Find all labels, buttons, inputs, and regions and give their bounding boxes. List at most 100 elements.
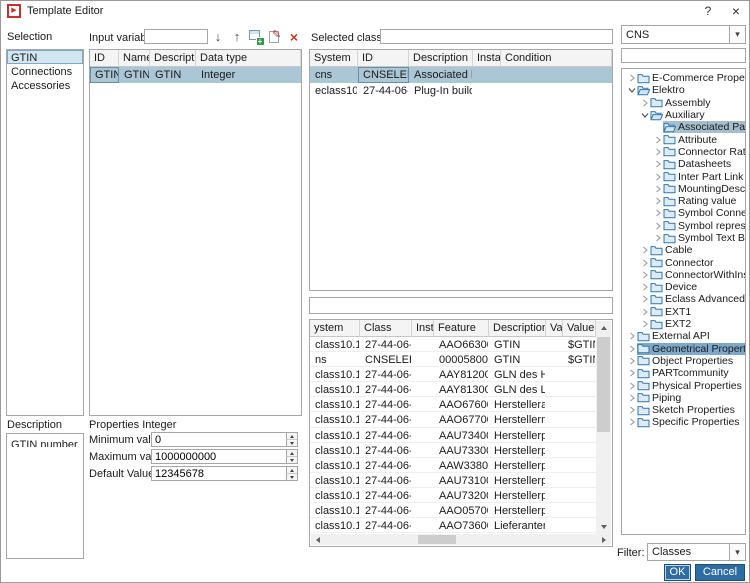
- tree-item[interactable]: Connector: [622, 256, 745, 268]
- tree-item[interactable]: Attribute: [622, 133, 745, 145]
- delete-button[interactable]: ×: [287, 29, 301, 44]
- tree-item[interactable]: Sketch Properties: [622, 404, 745, 416]
- tree-item[interactable]: Device: [622, 281, 745, 293]
- chevron-right-icon[interactable]: [639, 283, 650, 291]
- tree-item[interactable]: Auxiliary: [622, 109, 745, 121]
- scroll-left-button[interactable]: [311, 534, 325, 545]
- selected-classes-input[interactable]: [380, 29, 613, 44]
- classes-table[interactable]: SystemIDDescriptionInstanceConditioncnsC…: [309, 49, 613, 291]
- scrollbar-thumb[interactable]: [597, 337, 610, 432]
- tree-item[interactable]: Assembly: [622, 97, 745, 109]
- column-header[interactable]: Condition: [501, 50, 612, 67]
- horizontal-scrollbar[interactable]: [311, 534, 611, 545]
- table-row[interactable]: class10.127-44-06-92AAO057002Herstellerp…: [310, 503, 598, 518]
- tree-item[interactable]: Symbol Text Bloc: [622, 232, 745, 244]
- chevron-down-icon[interactable]: [626, 86, 637, 94]
- class-system-dropdown[interactable]: CNS ▾: [621, 25, 746, 44]
- tree-item[interactable]: EXT1: [622, 306, 745, 318]
- table-row[interactable]: class10.127-44-06-92AAY812001GLN des Her…: [310, 367, 598, 382]
- tree-item[interactable]: Connector Rating: [622, 146, 745, 158]
- column-header[interactable]: Feature: [434, 320, 489, 337]
- tree-item[interactable]: Piping: [622, 392, 745, 404]
- chevron-right-icon[interactable]: [626, 74, 637, 82]
- cancel-button[interactable]: Cancel: [695, 564, 745, 581]
- default-value-input[interactable]: [151, 466, 298, 481]
- column-header[interactable]: Varia: [546, 320, 563, 337]
- table-row[interactable]: class10.127-44-06-92AAY813001GLN des Lie…: [310, 382, 598, 397]
- column-header[interactable]: ID: [358, 50, 409, 67]
- edit-button[interactable]: ✎: [268, 29, 284, 44]
- scroll-down-button[interactable]: [596, 520, 611, 534]
- selection-listbox[interactable]: GTINConnectionsAccessories: [6, 49, 84, 416]
- class-edit-input[interactable]: [309, 297, 613, 314]
- features-table[interactable]: ystemClassInstanFeatureDescriptionVariaV…: [309, 319, 613, 547]
- tree-item[interactable]: EXT2: [622, 318, 745, 330]
- move-down-button[interactable]: ↓: [211, 29, 225, 44]
- vertical-scrollbar[interactable]: [596, 321, 611, 534]
- tree-item[interactable]: Physical Properties: [622, 379, 745, 391]
- list-item[interactable]: Connections: [7, 64, 83, 78]
- tree-item[interactable]: PARTcommunity: [622, 367, 745, 379]
- chevron-right-icon[interactable]: [626, 418, 637, 426]
- column-header[interactable]: Description: [489, 320, 546, 337]
- chevron-right-icon[interactable]: [626, 382, 637, 390]
- chevron-right-icon[interactable]: [652, 222, 663, 230]
- tree-item[interactable]: ConnectorWithInsert: [622, 269, 745, 281]
- tree-item[interactable]: MountingDescrip: [622, 183, 745, 195]
- scroll-right-button[interactable]: [597, 534, 611, 545]
- table-row[interactable]: class10.127-44-06-92AAU732001Herstellerp…: [310, 488, 598, 503]
- chevron-right-icon[interactable]: [626, 357, 637, 365]
- chevron-right-icon[interactable]: [639, 246, 650, 254]
- chevron-right-icon[interactable]: [652, 160, 663, 168]
- table-row[interactable]: class10.127-44-06-92AAW338001Herstellerp…: [310, 458, 598, 473]
- chevron-right-icon[interactable]: [652, 173, 663, 181]
- column-header[interactable]: Description: [409, 50, 473, 67]
- maximum-value-spinner[interactable]: [151, 449, 298, 464]
- add-button[interactable]: +: [248, 29, 264, 44]
- table-row[interactable]: cnsCNSELEK|5|4Associated Part: [310, 67, 612, 83]
- column-header[interactable]: Description: [150, 50, 196, 67]
- minimum-value-spinner[interactable]: [151, 432, 298, 447]
- column-header[interactable]: Name: [119, 50, 150, 67]
- table-row[interactable]: class10.127-44-06-92AAO677002Herstellern…: [310, 412, 598, 427]
- chevron-right-icon[interactable]: [652, 234, 663, 242]
- column-header[interactable]: ID: [90, 50, 119, 67]
- scroll-up-button[interactable]: [596, 321, 611, 335]
- spin-down-button[interactable]: [286, 439, 297, 446]
- column-header[interactable]: Instan: [412, 320, 434, 337]
- table-row[interactable]: nsCNSELEK|5|4000058001GTIN$GTIN.: [310, 352, 598, 367]
- table-row[interactable]: eclass10.127-44-06-92Plug-In buildi...: [310, 83, 612, 99]
- tree-item[interactable]: Geometrical Properties: [622, 343, 745, 355]
- variables-table[interactable]: IDNameDescriptionData typeGTINGTINGTINIn…: [89, 49, 302, 416]
- chevron-right-icon[interactable]: [626, 406, 637, 414]
- tree-item[interactable]: External API: [622, 330, 745, 342]
- table-row[interactable]: GTINGTINGTINInteger: [90, 67, 301, 83]
- minimum-value-input[interactable]: [151, 432, 298, 447]
- tree-item[interactable]: E-Commerce Properties: [622, 72, 745, 84]
- chevron-right-icon[interactable]: [652, 185, 663, 193]
- chevron-right-icon[interactable]: [652, 197, 663, 205]
- table-row[interactable]: class10.127-44-06-92AAU731001Herstellerp…: [310, 473, 598, 488]
- spin-down-button[interactable]: [286, 473, 297, 480]
- close-button[interactable]: ×: [727, 3, 745, 19]
- table-row[interactable]: class10.127-44-06-92AAU733001Herstellerp…: [310, 443, 598, 458]
- column-header[interactable]: Data type: [196, 50, 301, 67]
- tree-item[interactable]: Datasheets: [622, 158, 745, 170]
- chevron-right-icon[interactable]: [626, 345, 637, 353]
- tree-search-input[interactable]: [621, 48, 746, 63]
- column-header[interactable]: Instance: [473, 50, 501, 67]
- chevron-down-icon[interactable]: [639, 111, 650, 119]
- tree-item[interactable]: Cable: [622, 244, 745, 256]
- filter-dropdown[interactable]: Classes ▾: [647, 543, 746, 561]
- ok-button[interactable]: OK: [664, 564, 691, 581]
- column-header[interactable]: System: [310, 50, 358, 67]
- chevron-right-icon[interactable]: [639, 320, 650, 328]
- table-row[interactable]: class10.127-44-06-92AAU734001Herstellerp…: [310, 428, 598, 443]
- chevron-right-icon[interactable]: [652, 209, 663, 217]
- tree-item[interactable]: Symbol Connect: [622, 207, 745, 219]
- tree-item[interactable]: Elektro: [622, 84, 745, 96]
- chevron-right-icon[interactable]: [626, 394, 637, 402]
- maximum-value-input[interactable]: [151, 449, 298, 464]
- table-row[interactable]: class10.127-44-06-92AAO736004Lieferanten…: [310, 518, 598, 533]
- table-row[interactable]: class10.127-44-06-92AAO663003GTIN$GTIN.: [310, 337, 598, 352]
